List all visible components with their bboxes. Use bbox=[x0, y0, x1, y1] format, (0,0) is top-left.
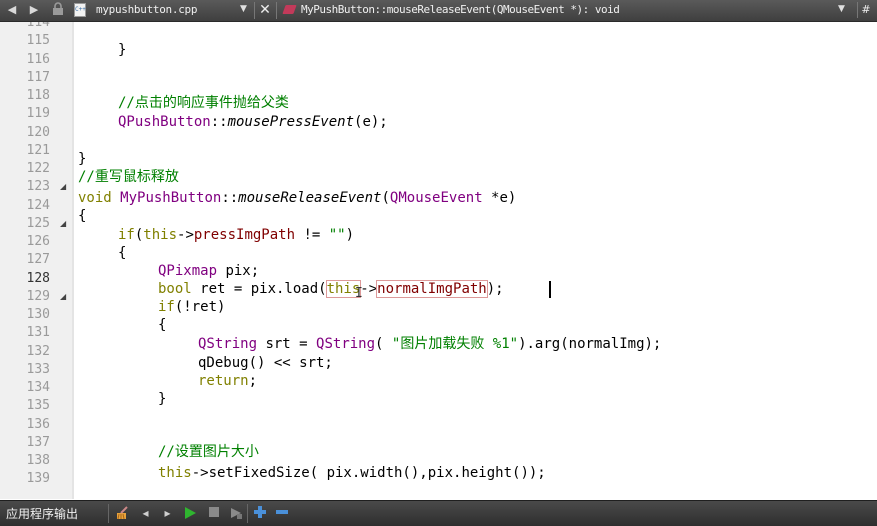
line-number: 118 bbox=[26, 88, 50, 103]
editor-toolbar: ◀ ▶ C++ mypushbutton.cpp ▼ ✕ MyPushButto… bbox=[0, 0, 877, 22]
line-number: 115 bbox=[26, 33, 50, 48]
code-line-121: } bbox=[78, 151, 87, 167]
forward-arrow-icon[interactable]: ▶ bbox=[26, 2, 42, 18]
line-number: 132 bbox=[26, 344, 50, 359]
next-icon[interactable]: ▸ bbox=[159, 505, 176, 522]
line-number: 139 bbox=[26, 471, 50, 486]
broom-icon[interactable] bbox=[114, 505, 131, 522]
zoom-out-icon[interactable] bbox=[273, 505, 290, 522]
chevron-down-icon[interactable]: ▼ bbox=[838, 4, 845, 14]
code-line-138: this->setFixedSize( pix.width(),pix.heig… bbox=[158, 465, 546, 481]
code-line-127: QPixmap pix; bbox=[158, 263, 260, 279]
line-number: 137 bbox=[26, 435, 50, 450]
attach-icon[interactable] bbox=[227, 505, 244, 522]
code-line-131: QString srt = QString( "图片加载失败 %1").arg(… bbox=[198, 336, 662, 352]
line-number: 131 bbox=[26, 325, 50, 340]
ibeam-cursor-icon: I bbox=[355, 286, 363, 301]
line-number: 126 bbox=[26, 234, 50, 249]
line-number: 125 bbox=[26, 216, 50, 231]
back-arrow-icon[interactable]: ◀ bbox=[4, 2, 20, 18]
code-line-119: QPushButton::mousePressEvent(e); bbox=[118, 114, 388, 130]
code-line-115: } bbox=[118, 42, 127, 58]
fold-marker-icon[interactable]: ◢ bbox=[60, 288, 66, 306]
code-line-128: bool ret = pix.load(this->normalImgPath)… bbox=[158, 280, 504, 298]
function-selector[interactable]: MyPushButton::mouseReleaseEvent(QMouseEv… bbox=[282, 2, 854, 18]
code-line-130: { bbox=[158, 317, 167, 333]
code-line-134: } bbox=[158, 391, 167, 407]
file-name: mypushbutton.cpp bbox=[96, 3, 198, 16]
code-line-124: { bbox=[78, 208, 87, 224]
line-number: 119 bbox=[26, 106, 50, 121]
code-line-133: return; bbox=[198, 373, 258, 389]
code-line-132: qDebug() << srt; bbox=[198, 355, 333, 371]
cpp-file-icon: C++ bbox=[74, 3, 86, 17]
code-line-123: void MyPushButton::mouseReleaseEvent(QMo… bbox=[78, 190, 517, 206]
line-number: 117 bbox=[26, 70, 50, 85]
chevron-down-icon[interactable]: ▼ bbox=[240, 4, 247, 14]
line-number: 114 bbox=[26, 22, 50, 30]
stop-icon[interactable] bbox=[205, 505, 222, 522]
text-caret bbox=[549, 281, 551, 298]
run-icon[interactable] bbox=[181, 505, 198, 522]
output-panel-bar: 应用程序输出 ◂ ▸ bbox=[0, 500, 877, 526]
output-panel-title[interactable]: 应用程序输出 bbox=[6, 505, 78, 522]
line-number: 116 bbox=[26, 52, 50, 67]
code-line-137: //设置图片大小 bbox=[158, 444, 259, 460]
lock-icon[interactable] bbox=[50, 2, 66, 18]
line-number: 120 bbox=[26, 125, 50, 140]
line-number: 136 bbox=[26, 417, 50, 432]
code-line-126: { bbox=[118, 245, 127, 261]
line-number: 127 bbox=[26, 252, 50, 267]
file-selector[interactable]: C++ mypushbutton.cpp ▼ bbox=[74, 2, 252, 18]
line-number: 135 bbox=[26, 398, 50, 413]
code-line-125: if(this->pressImgPath != "") bbox=[118, 227, 355, 243]
line-number: 123 bbox=[26, 179, 50, 194]
line-number: 124 bbox=[26, 198, 50, 213]
code-line-122: //重写鼠标释放 bbox=[78, 169, 179, 185]
fold-marker-icon[interactable]: ◢ bbox=[60, 178, 66, 196]
code-line-118: //点击的响应事件抛给父类 bbox=[118, 95, 289, 111]
hash-button[interactable]: # bbox=[857, 2, 874, 18]
close-document-icon[interactable]: ✕ bbox=[257, 2, 273, 18]
function-name: MyPushButton::mouseReleaseEvent(QMouseEv… bbox=[301, 3, 620, 16]
line-number: 128 bbox=[26, 271, 50, 286]
line-number: 133 bbox=[26, 362, 50, 377]
code-editor[interactable]: 114 115 116 117 118 119 120 121 122 123 ◢ 124 125 ◢ 12… bbox=[0, 22, 877, 499]
line-number: 129 bbox=[26, 289, 50, 304]
fold-marker-icon[interactable]: ◢ bbox=[60, 215, 66, 233]
line-number: 138 bbox=[26, 453, 50, 468]
zoom-in-icon[interactable] bbox=[251, 505, 268, 522]
code-line-129: if(!ret) bbox=[158, 299, 226, 315]
line-number: 134 bbox=[26, 380, 50, 395]
prev-icon[interactable]: ◂ bbox=[137, 505, 154, 522]
line-number: 121 bbox=[26, 143, 50, 158]
function-icon bbox=[282, 5, 297, 14]
fold-column bbox=[56, 22, 72, 499]
line-number: 122 bbox=[26, 161, 50, 176]
line-number: 130 bbox=[26, 307, 50, 322]
